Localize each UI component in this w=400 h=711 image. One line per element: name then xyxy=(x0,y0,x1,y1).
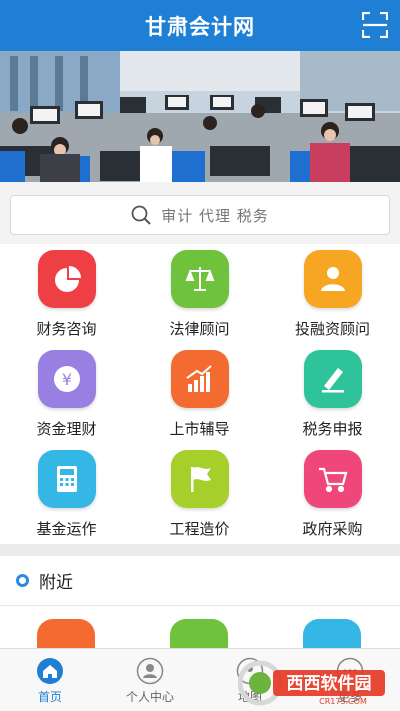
banner-image[interactable] xyxy=(0,51,400,182)
search-area: 审计 代理 税务 xyxy=(0,182,400,244)
service-label: 税务申报 xyxy=(302,420,363,438)
flag-icon xyxy=(170,450,229,508)
scan-icon[interactable] xyxy=(362,12,388,38)
nav-label: 个人中心 xyxy=(125,690,174,704)
section-divider xyxy=(0,544,400,556)
person-icon xyxy=(303,250,362,308)
app-screen: 甘肃会计网 审计 代理 税务 财务咨询 法律顾问 投融资顾问 ¥ 资金理财 上市… xyxy=(0,0,400,711)
classroom-photo xyxy=(0,51,400,182)
home-icon xyxy=(37,658,63,684)
pie-chart-icon xyxy=(37,250,96,308)
search-icon xyxy=(131,205,151,225)
app-title: 甘肃会计网 xyxy=(145,14,255,39)
service-listing-guidance[interactable]: 上市辅导 xyxy=(133,344,266,444)
search-placeholder: 审计 代理 税务 xyxy=(161,206,269,225)
service-government-procurement[interactable]: 政府采购 xyxy=(266,444,399,544)
svg-text:¥: ¥ xyxy=(61,370,71,389)
nav-label: 首页 xyxy=(37,690,62,704)
service-investment-advisor[interactable]: 投融资顾问 xyxy=(266,244,399,344)
service-finance-consulting[interactable]: 财务咨询 xyxy=(0,244,133,344)
service-engineering-cost[interactable]: 工程造价 xyxy=(133,444,266,544)
service-label: 基金运作 xyxy=(36,520,97,538)
search-input[interactable]: 审计 代理 税务 xyxy=(10,195,390,235)
scales-icon xyxy=(170,250,229,308)
service-label: 资金理财 xyxy=(36,420,97,438)
yen-coin-icon: ¥ xyxy=(37,350,96,408)
watermark-text: 西西软件园 xyxy=(287,673,372,694)
pen-icon xyxy=(303,350,362,408)
service-label: 政府采购 xyxy=(302,520,363,538)
service-legal-advisor[interactable]: 法律顾问 xyxy=(133,244,266,344)
service-grid: 财务咨询 法律顾问 投融资顾问 ¥ 资金理财 上市辅导 税务申报 基金运作 工程… xyxy=(0,244,400,544)
service-label: 工程造价 xyxy=(169,520,230,538)
app-header: 甘肃会计网 xyxy=(0,0,400,51)
nearby-label: 附近 xyxy=(39,573,73,593)
nav-home[interactable]: 首页 xyxy=(0,649,100,711)
nearby-list xyxy=(0,607,400,652)
calculator-icon xyxy=(37,450,96,508)
nav-profile[interactable]: 个人中心 xyxy=(100,649,200,711)
bar-growth-icon xyxy=(170,350,229,408)
service-fund-operation[interactable]: 基金运作 xyxy=(0,444,133,544)
service-label: 法律顾问 xyxy=(169,320,230,338)
watermark-logo: 西西软件园 CR173.COM xyxy=(238,660,385,706)
service-label: 上市辅导 xyxy=(169,420,230,438)
shopping-cart-icon xyxy=(303,450,362,508)
service-label: 投融资顾问 xyxy=(294,320,370,338)
user-icon xyxy=(136,657,164,685)
service-tax-filing[interactable]: 税务申报 xyxy=(266,344,399,444)
nearby-section-header: 附近 xyxy=(0,556,400,606)
service-label: 财务咨询 xyxy=(36,320,97,338)
watermark-url: CR173.COM xyxy=(319,697,367,706)
circle-bullet-icon xyxy=(16,574,29,587)
service-wealth-management[interactable]: ¥ 资金理财 xyxy=(0,344,133,444)
